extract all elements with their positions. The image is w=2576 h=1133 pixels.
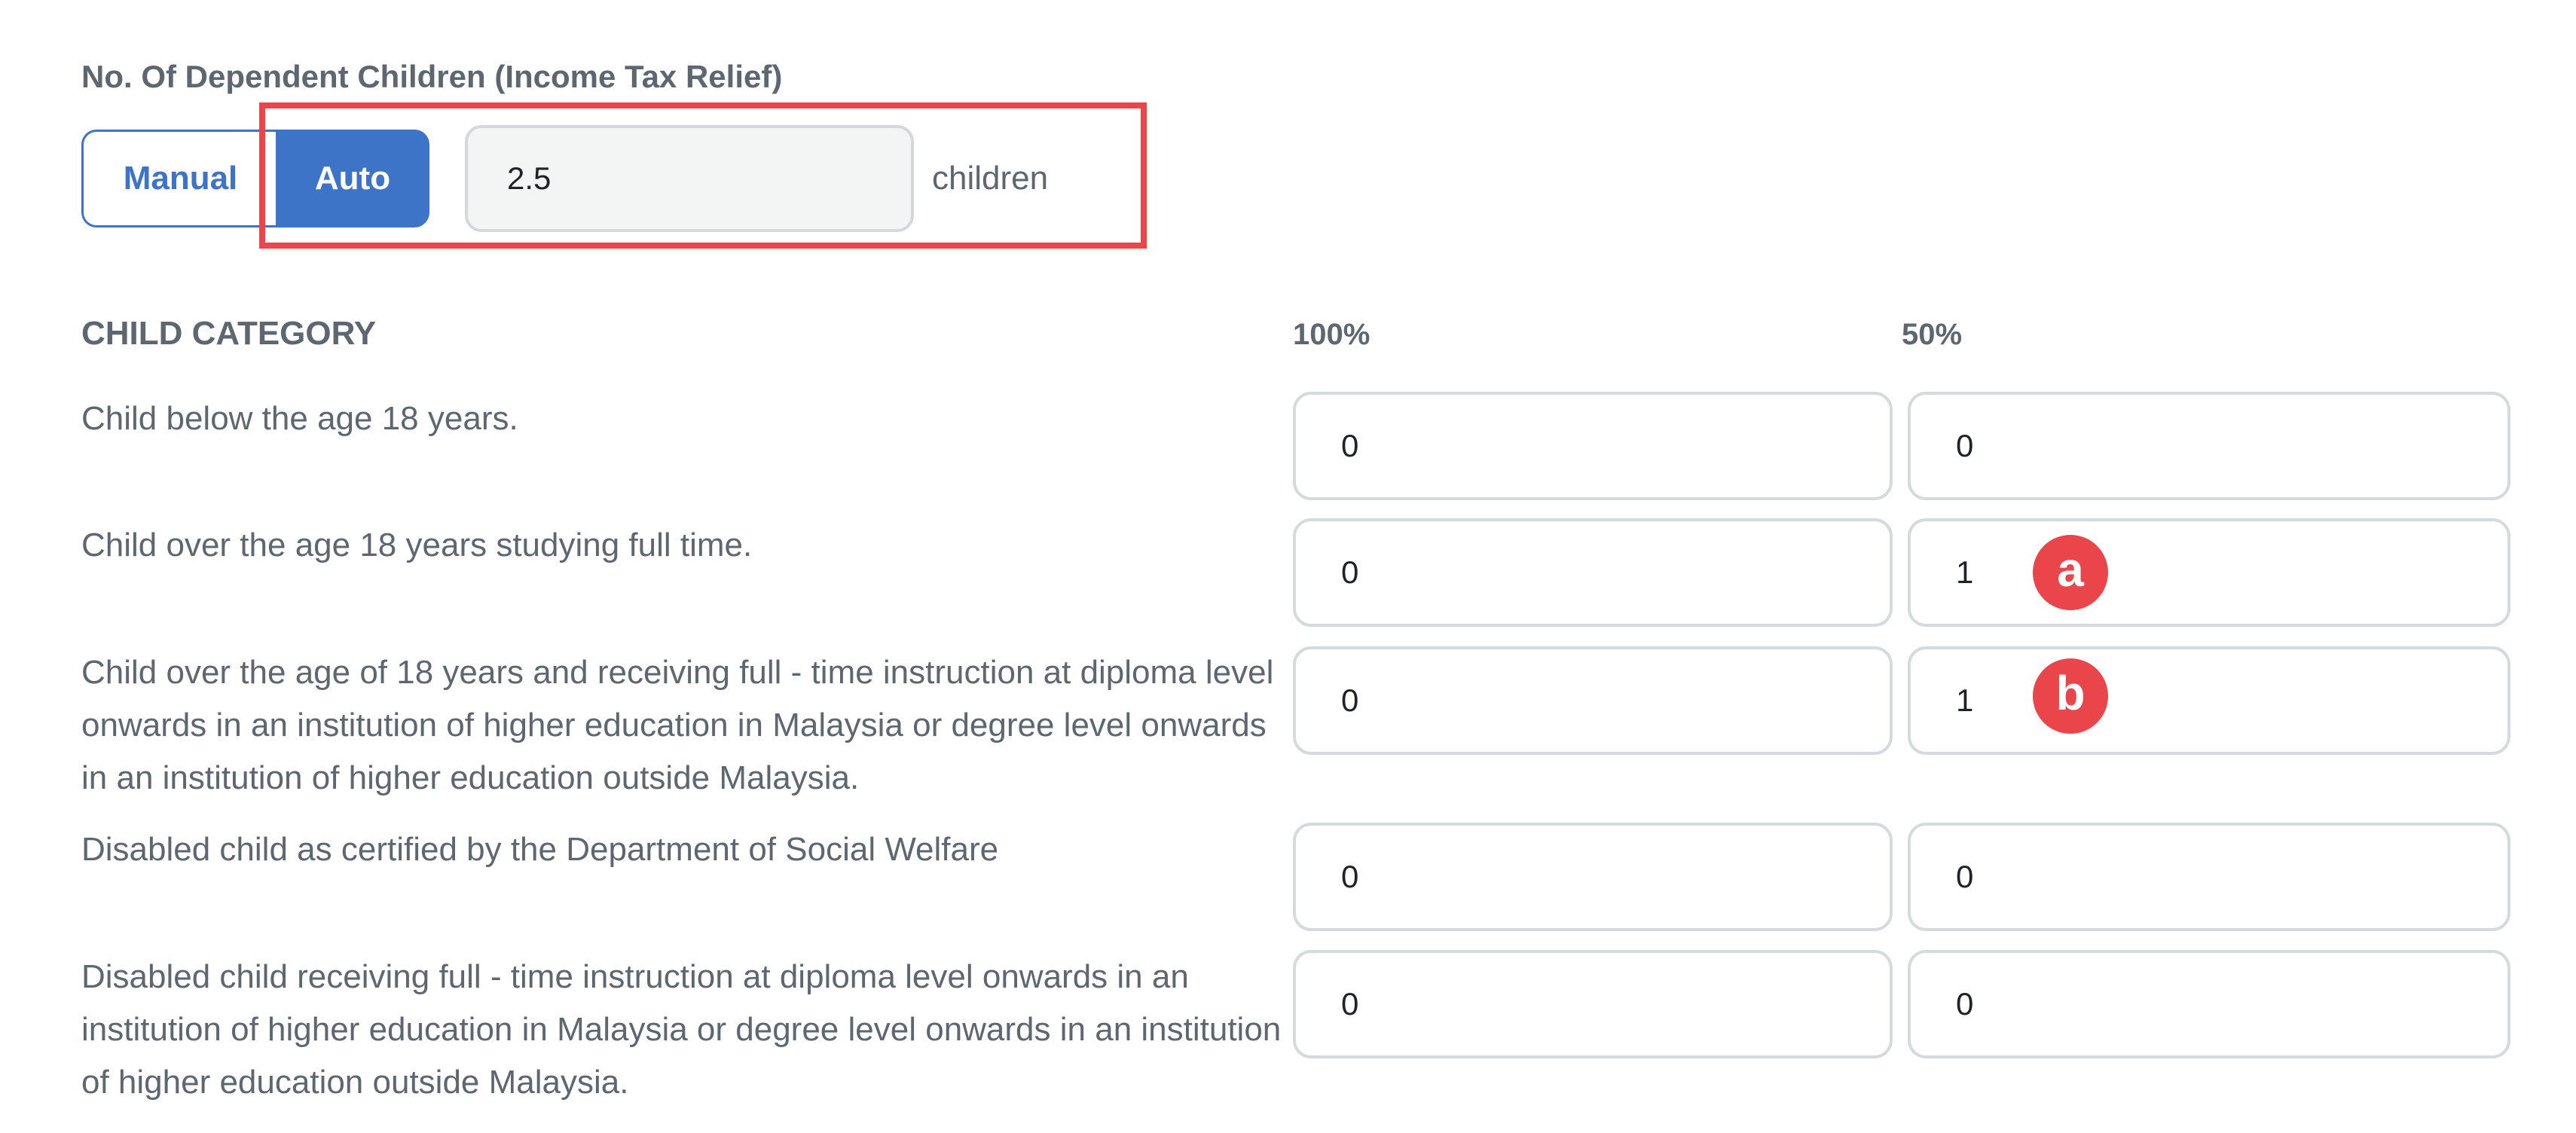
mode-auto-button[interactable]: Auto [276, 130, 429, 228]
children-count-value: 2.5 [507, 160, 552, 196]
field-title: No. Of Dependent Children (Income Tax Re… [81, 59, 783, 94]
row-label-below-18: Child below the age 18 years. [81, 400, 518, 437]
over-18-studying-100-input[interactable]: 0 [1293, 518, 1893, 627]
annotation-badge-a: a [2033, 535, 2108, 610]
children-count-field[interactable]: 2.5 [465, 125, 914, 232]
mode-manual-button[interactable]: Manual [81, 130, 277, 228]
annotation-badge-b: b [2033, 658, 2108, 734]
disabled-100-value: 0 [1341, 859, 1359, 894]
row-label-over-18-studying: Child over the age 18 years studying ful… [81, 527, 753, 563]
below-18-100-value: 0 [1341, 428, 1359, 463]
over-18-diploma-100-value: 0 [1341, 683, 1359, 718]
row-label-disabled-diploma: Disabled child receiving full - time ins… [81, 958, 1282, 1101]
row-label-disabled: Disabled child as certified by the Depar… [81, 831, 999, 868]
disabled-diploma-100-input[interactable]: 0 [1293, 950, 1893, 1058]
disabled-diploma-100-value: 0 [1341, 986, 1359, 1022]
over-18-diploma-100-input[interactable]: 0 [1293, 646, 1893, 755]
children-unit-label: children [932, 160, 1049, 197]
below-18-50-input[interactable]: 0 [1908, 392, 2510, 500]
column-100-header: 100% [1293, 318, 1371, 351]
below-18-50-value: 0 [1956, 428, 1974, 463]
over-18-studying-50-value: 1 [1956, 554, 1974, 590]
disabled-100-input[interactable]: 0 [1293, 823, 1893, 931]
column-50-header: 50% [1902, 318, 1963, 351]
over-18-diploma-50-input[interactable]: 1 [1908, 646, 2510, 755]
child-category-header: CHILD CATEGORY [81, 315, 377, 352]
over-18-studying-50-input[interactable]: 1 [1908, 518, 2510, 627]
below-18-100-input[interactable]: 0 [1293, 392, 1893, 500]
over-18-diploma-50-value: 1 [1956, 683, 1974, 718]
row-label-over-18-diploma: Child over the age of 18 years and recei… [81, 654, 1274, 796]
disabled-50-input[interactable]: 0 [1908, 823, 2510, 931]
disabled-diploma-50-value: 0 [1956, 986, 1974, 1022]
over-18-studying-100-value: 0 [1341, 554, 1359, 590]
disabled-diploma-50-input[interactable]: 0 [1908, 950, 2510, 1058]
disabled-50-value: 0 [1956, 859, 1974, 894]
